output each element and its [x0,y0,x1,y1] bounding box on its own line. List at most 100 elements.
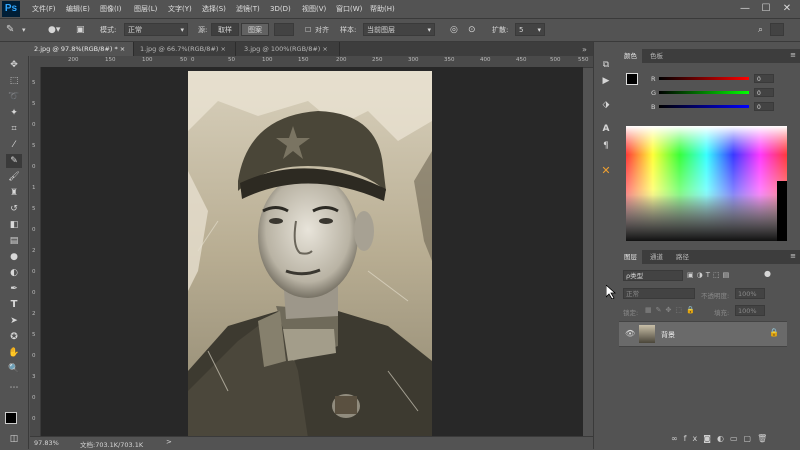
ruler-tick: 5 [32,206,36,212]
menu-filter[interactable]: 滤镜(T) [236,0,260,18]
tool-preset-dropdown-icon[interactable]: ▾ [22,22,26,38]
pressure-icon[interactable]: ⊙ [468,22,476,38]
path-select-tool-icon[interactable]: ➤ [6,314,22,328]
pattern-picker[interactable] [274,23,294,36]
ruler-tick: 150 [105,57,116,63]
fill-input[interactable]: 100% [735,305,765,316]
healing-brush-tool-icon[interactable]: ✎ [6,22,14,38]
tool-presets-icon[interactable]: ✕ [599,164,613,178]
character-icon[interactable]: A [599,122,613,136]
close-icon[interactable]: × [120,45,125,53]
color-panel-foreground-swatch[interactable] [626,73,638,85]
tab-layers[interactable]: 图层 [619,250,642,264]
color-spectrum[interactable] [626,126,787,241]
type-tool-icon[interactable]: T [6,298,22,312]
channel-r-slider[interactable] [659,77,749,80]
layer-row[interactable]: 👁 背景 🔒 [619,321,787,347]
document-image[interactable] [188,71,432,438]
more-tools-icon[interactable]: ⋯ [6,381,22,395]
clone-stamp-tool-icon[interactable]: ♜ [6,186,22,200]
healing-brush-tool-icon[interactable]: ✎ [6,154,22,168]
sample-button[interactable]: 取样 [211,23,239,36]
sample-select[interactable]: 当前图层 ▾ [363,23,435,36]
history-icon[interactable]: ⧉ [599,58,613,72]
close-icon[interactable]: × [322,45,327,53]
align-checkbox[interactable]: ☐ [305,22,311,38]
move-tool-icon[interactable]: ✥ [6,58,22,72]
layers-bottom-icons[interactable]: ∞fx◙◐▭▢🗑 [671,434,773,443]
menu-layer[interactable]: 图层(L) [134,0,157,18]
menu-3d[interactable]: 3D(D) [270,0,291,18]
foreground-color-swatch[interactable] [5,412,17,424]
menu-image[interactable]: 图像(I) [100,0,122,18]
layer-filter-icons[interactable]: ▣◑T⬚▤ [687,271,732,279]
paragraph-icon[interactable]: ¶ [599,139,613,153]
eraser-tool-icon[interactable]: ◧ [6,218,22,232]
quick-select-tool-icon[interactable]: ✦ [6,106,22,120]
menu-view[interactable]: 视图(V) [302,0,326,18]
channel-b-slider[interactable] [659,105,749,108]
brush-picker-icon[interactable]: ●▾ [48,22,60,38]
tab-2jpg[interactable]: 2.jpg @ 97.8%(RGB/8#) * × [30,42,134,56]
status-menu-arrow[interactable]: > [166,438,172,446]
mode-select[interactable]: 正常 ▾ [124,23,188,36]
visibility-eye-icon[interactable]: 👁 [625,329,635,338]
hand-tool-icon[interactable]: ✋ [6,346,22,360]
crop-tool-icon[interactable]: ⌗ [6,122,22,136]
minimize-button[interactable]: — [735,0,755,18]
brush-tool-icon[interactable]: 🖌 [6,170,22,184]
maximize-button[interactable]: ☐ [756,0,776,18]
gradient-tool-icon[interactable]: ▤ [6,234,22,248]
photoshop-logo[interactable]: Ps [2,1,20,17]
brush-settings-icon[interactable]: ▣ [76,22,85,38]
channel-g-slider[interactable] [659,91,749,94]
lock-icons[interactable]: ▦✎✥⬚🔒 [645,306,699,314]
ignore-adjustment-icon[interactable]: ◎ [450,22,458,38]
quick-mask-icon[interactable]: ◫ [6,432,22,446]
channel-r-value[interactable]: 0 [754,74,774,83]
tab-1jpg[interactable]: 1.jpg @ 66.7%(RGB/8#) × [136,42,236,56]
menu-help[interactable]: 帮助(H) [370,0,395,18]
shape-tool-icon[interactable]: ✪ [6,330,22,344]
zoom-level[interactable]: 97.83% [34,439,59,447]
opacity-input[interactable]: 100% [735,288,765,299]
filter-toggle-icon[interactable]: ● [764,269,771,278]
history-brush-tool-icon[interactable]: ↺ [6,202,22,216]
tab-channels[interactable]: 通道 [645,250,668,264]
close-window-button[interactable]: ✕ [777,0,797,18]
search-icon[interactable]: ⌕ [758,22,763,38]
marquee-tool-icon[interactable]: ⬚ [6,74,22,88]
channel-g-value[interactable]: 0 [754,88,774,97]
diffusion-select[interactable]: 5 ▾ [515,23,545,36]
tab-swatches[interactable]: 色板 [645,49,668,63]
panel-menu-icon[interactable]: ≡ [790,252,796,260]
close-icon[interactable]: × [220,45,225,53]
pattern-button[interactable]: 图案 [241,23,269,36]
panel-menu-icon[interactable]: ≡ [790,51,796,59]
tab-color[interactable]: 颜色 [619,49,642,63]
dodge-tool-icon[interactable]: ◐ [6,266,22,280]
tabs-overflow-icon[interactable]: » [582,45,587,54]
menu-file[interactable]: 文件(F) [32,0,56,18]
ruler-vertical: 5 5 0 5 0 1 5 0 2 0 0 2 5 0 3 0 0 [30,67,41,436]
layer-name[interactable]: 背景 [661,330,675,340]
channel-b-value[interactable]: 0 [754,102,774,111]
menu-edit[interactable]: 编辑(E) [66,0,90,18]
layer-kind-filter[interactable]: ρ类型 [623,270,683,281]
eyedropper-tool-icon[interactable]: ⁄ [6,138,22,152]
actions-play-icon[interactable]: ▶ [599,74,613,88]
zoom-tool-icon[interactable]: 🔍 [6,362,22,376]
spectrum-black-swatch[interactable] [777,181,787,241]
adjustments-icon[interactable]: ⬗ [599,98,613,112]
menu-type[interactable]: 文字(Y) [168,0,192,18]
source-label: 源: [198,26,208,34]
pen-tool-icon[interactable]: ✒ [6,282,22,296]
menu-select[interactable]: 选择(S) [202,0,226,18]
blur-tool-icon[interactable]: ● [6,250,22,264]
tab-paths[interactable]: 路径 [671,250,694,264]
blend-mode-select[interactable]: 正常 [623,288,695,299]
menu-window[interactable]: 窗口(W) [336,0,362,18]
workspace-select[interactable] [770,23,784,36]
tab-3jpg[interactable]: 3.jpg @ 100%(RGB/8#) × [240,42,340,56]
lasso-tool-icon[interactable]: ➰ [6,90,22,104]
